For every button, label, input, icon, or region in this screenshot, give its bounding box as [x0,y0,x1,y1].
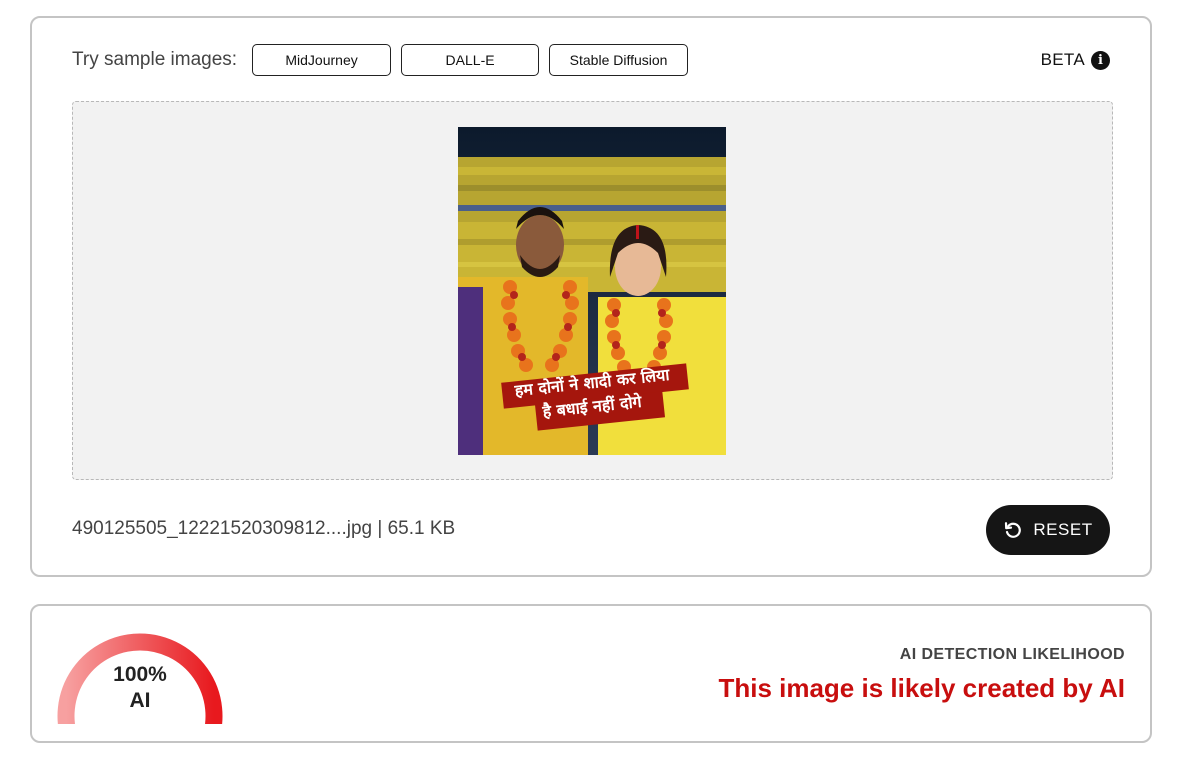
likelihood-label: AI DETECTION LIKELIHOOD [899,646,1125,663]
info-icon[interactable]: i [1091,50,1110,70]
verdict-text: This image is likely created by AI [718,673,1125,703]
beta-badge: BETA i [1041,50,1110,70]
undo-icon [1003,520,1023,540]
sample-midjourney-button[interactable]: MidJourney [252,44,392,76]
sample-dalle-button[interactable]: DALL-E [401,44,540,76]
sample-stable-diffusion-button[interactable]: Stable Diffusion [549,44,689,76]
gauge-readout: 100% AI [54,662,226,714]
uploaded-image-preview: हम दोनों ने शादी कर लिया है बधाई नहीं दो… [458,127,726,455]
beta-label: BETA [1040,50,1085,69]
gauge-unit: AI [129,689,151,712]
upload-panel: Try sample images: MidJourney DALL-E Sta… [30,16,1152,577]
sample-images-row: Try sample images: MidJourney DALL-E Sta… [72,43,698,77]
file-info: 490125505_12221520309812....jpg | 65.1 K… [72,518,456,539]
sample-images-label: Try sample images: [72,49,238,70]
result-panel: 100% AI AI DETECTION LIKELIHOOD This ima… [30,604,1152,743]
reset-button[interactable]: RESET [986,505,1110,555]
reset-label: RESET [1033,520,1093,539]
gauge-value: 100% [113,663,167,686]
image-dropzone[interactable]: हम दोनों ने शादी कर लिया है बधाई नहीं दो… [72,101,1113,480]
